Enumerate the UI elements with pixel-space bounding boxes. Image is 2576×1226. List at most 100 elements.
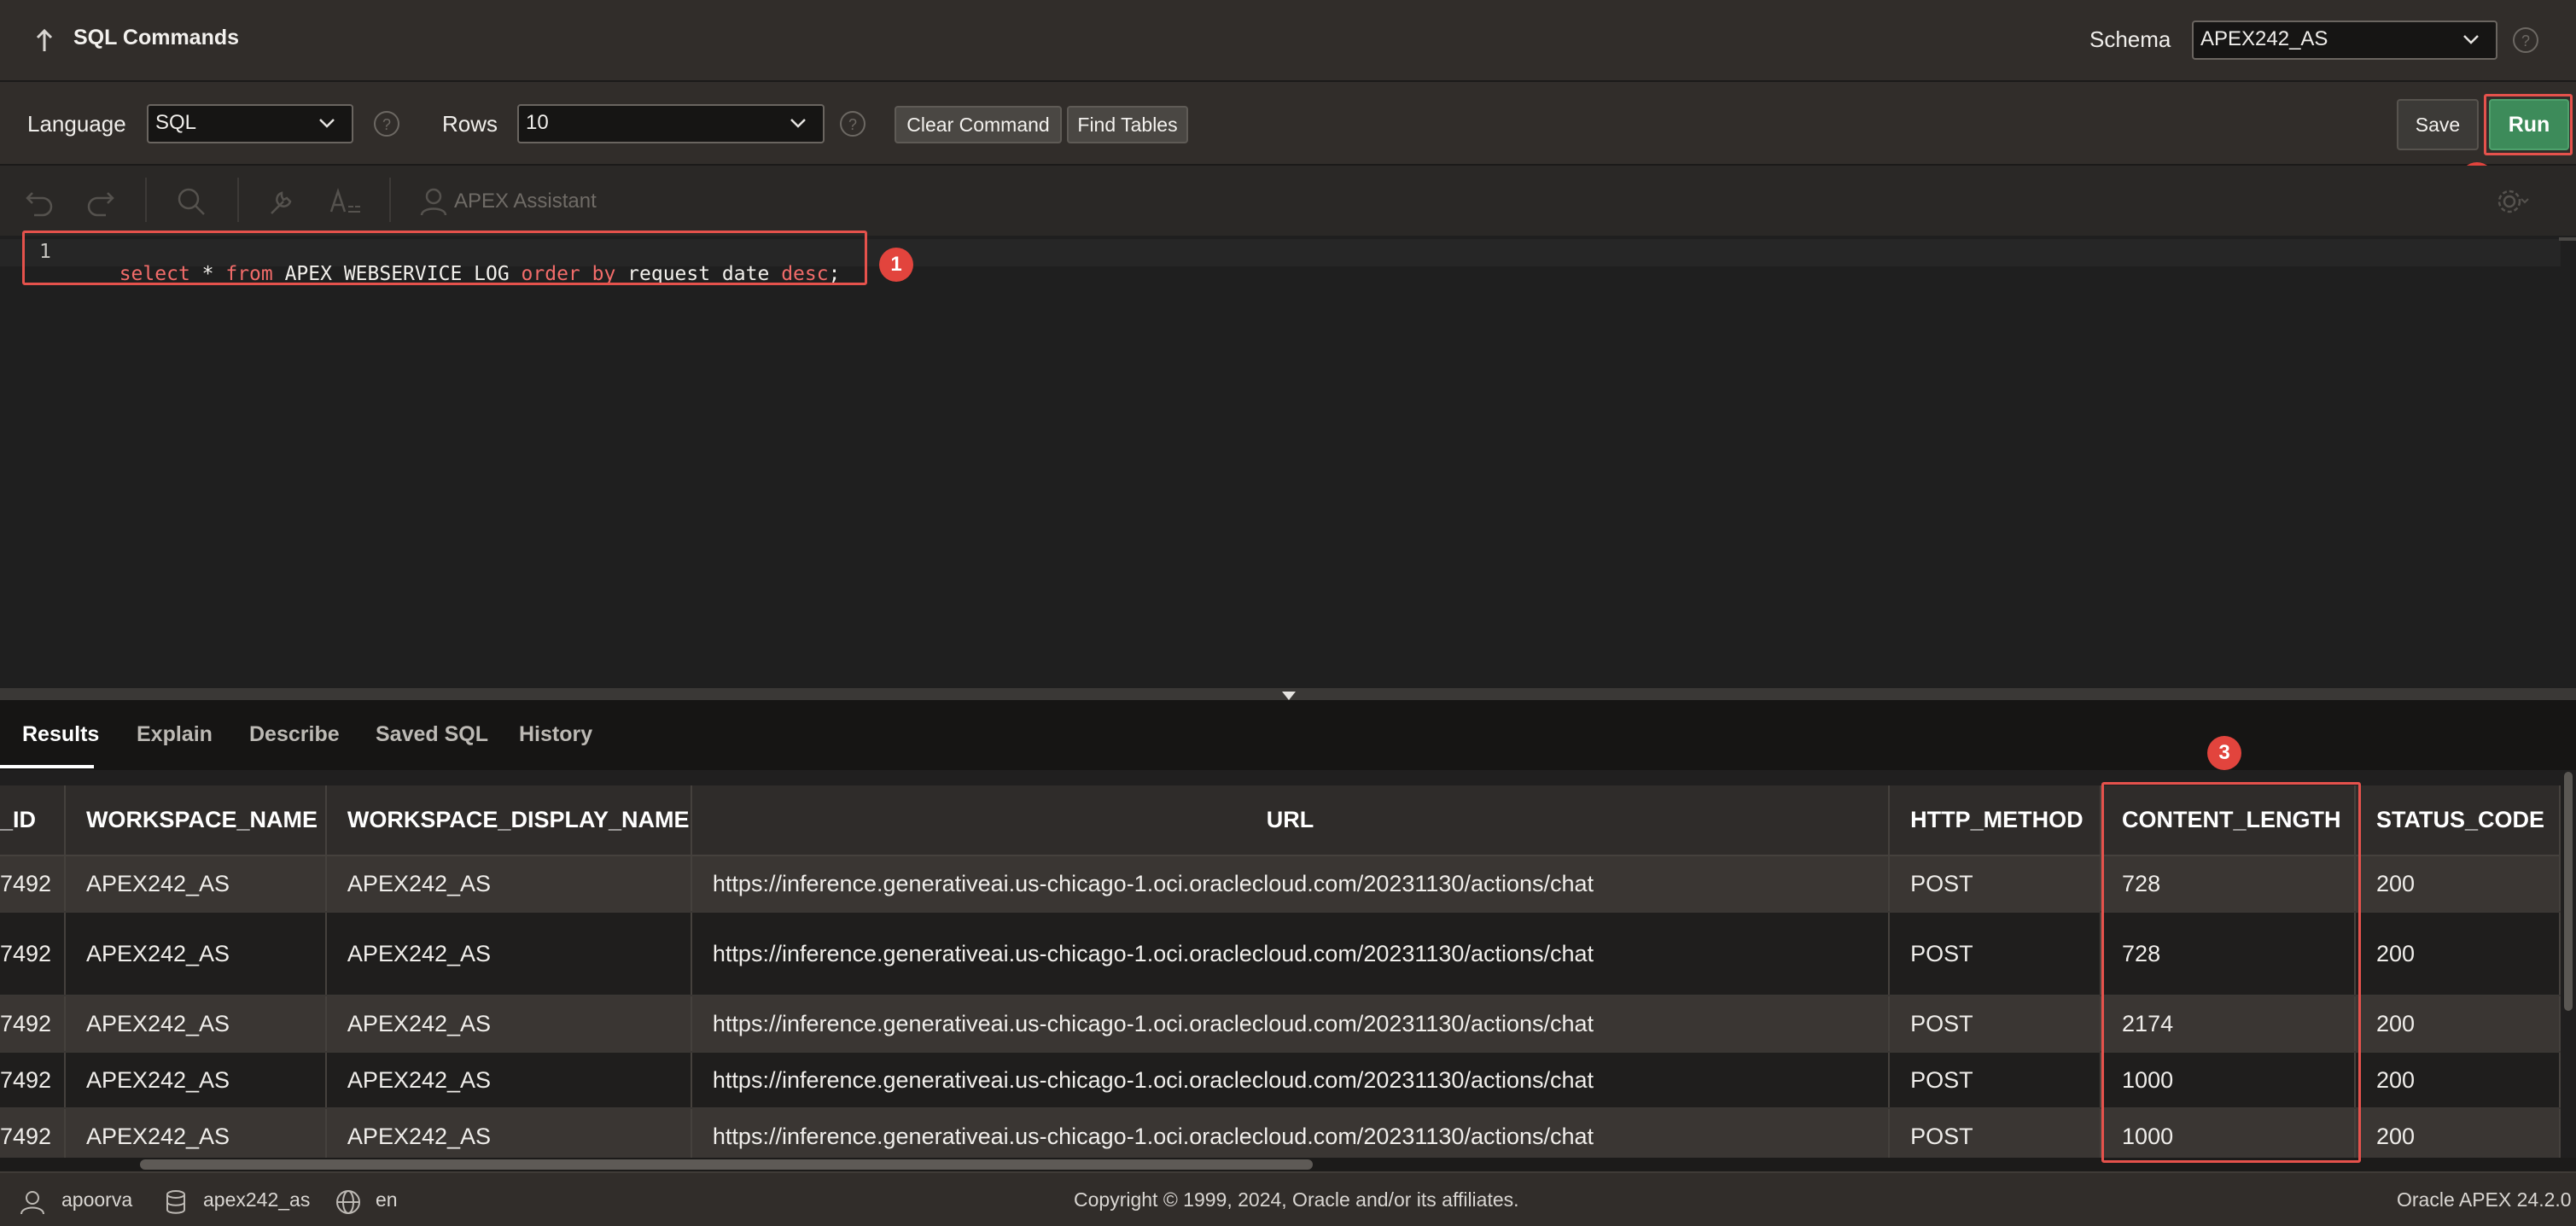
annotation-badge-3: 3 [2207, 736, 2241, 770]
schema-select-value: APEX242_AS [2200, 27, 2328, 50]
table-cell: POST [1889, 1108, 2102, 1161]
column-header[interactable]: HTTP_METHOD [1889, 785, 2102, 856]
active-tab-indicator [0, 765, 94, 768]
language-label: Language [27, 111, 126, 137]
help-icon[interactable]: ? [2511, 26, 2540, 55]
table-cell: 7492 [0, 995, 66, 1053]
results-grid: _ID WORKSPACE_NAME WORKSPACE_DISPLAY_NAM… [0, 785, 2561, 1161]
rows-label: Rows [442, 111, 498, 137]
apex-assistant-button[interactable]: APEX Assistant [454, 190, 597, 213]
save-button[interactable]: Save [2397, 99, 2479, 150]
table-cell: APEX242_AS [325, 1052, 692, 1109]
column-header[interactable]: STATUS_CODE [2354, 785, 2561, 856]
column-header[interactable]: URL [691, 785, 1891, 856]
tab-describe[interactable]: Describe [249, 722, 340, 747]
tab-explain[interactable]: Explain [137, 722, 213, 747]
table-cell: POST [1889, 855, 2102, 913]
table-row[interactable]: 7492 APEX242_AS APEX242_AS https://infer… [0, 995, 2561, 1053]
horizontal-scroll-thumb[interactable] [140, 1159, 1313, 1170]
code-token: order by [521, 263, 616, 285]
results-tabs: Results Explain Describe Saved SQL Histo… [0, 700, 2576, 770]
table-cell: APEX242_AS [64, 855, 327, 913]
sql-statement[interactable]: select * from APEX_WEBSERVICE_LOG order … [96, 241, 841, 285]
schema-select[interactable]: APEX242_AS [2192, 20, 2497, 60]
footer: apoorva apex242_as en Copyright © 1999, … [0, 1171, 2576, 1226]
table-cell: 200 [2354, 855, 2561, 913]
collapse-triangle-icon[interactable] [1282, 692, 1296, 700]
table-cell: POST [1889, 912, 2102, 996]
undo-icon[interactable] [22, 184, 56, 219]
sql-editor[interactable] [0, 236, 2576, 688]
assistant-icon[interactable] [417, 184, 451, 219]
schema-label: Schema [2089, 26, 2171, 52]
search-icon[interactable] [174, 184, 208, 219]
help-icon[interactable]: ? [838, 109, 867, 138]
table-cell: https://inference.generativeai.us-chicag… [691, 1108, 1891, 1161]
code-token: request_date [615, 263, 782, 285]
table-row[interactable]: 7492 APEX242_AS APEX242_AS https://infer… [0, 1052, 2561, 1109]
editor-toolbar [0, 166, 2576, 236]
table-cell: 2174 [2101, 995, 2356, 1053]
redo-icon[interactable] [84, 184, 118, 219]
table-row[interactable]: 7492 APEX242_AS APEX242_AS https://infer… [0, 1108, 2561, 1161]
chevron-down-icon [2463, 35, 2479, 44]
language-select-value: SQL [155, 111, 197, 134]
table-cell: https://inference.generativeai.us-chicag… [691, 912, 1891, 996]
run-button[interactable]: Run [2489, 99, 2569, 150]
column-header[interactable]: WORKSPACE_NAME [64, 785, 327, 856]
database-icon [166, 1190, 185, 1214]
table-cell: 7492 [0, 1108, 66, 1161]
table-cell: 728 [2101, 855, 2356, 913]
table-cell: 200 [2354, 912, 2561, 996]
footer-schema: apex242_as [203, 1188, 311, 1211]
wrench-icon[interactable] [265, 184, 299, 219]
tab-results[interactable]: Results [22, 722, 99, 747]
column-header[interactable]: _ID [0, 785, 66, 856]
column-header[interactable]: CONTENT_LENGTH [2101, 785, 2356, 856]
table-cell: 7492 [0, 855, 66, 913]
toolbar-divider [145, 178, 147, 222]
rows-select-value: 10 [526, 111, 549, 134]
table-row[interactable]: 7492 APEX242_AS APEX242_AS https://infer… [0, 912, 2561, 996]
chevron-down-icon [790, 119, 806, 128]
toolbar-divider [237, 178, 239, 222]
command-toolbar: Language SQL ? Rows 10 ? Clear Command F… [0, 82, 2576, 166]
column-header[interactable]: WORKSPACE_DISPLAY_NAME [325, 785, 692, 856]
code-token: from [225, 263, 273, 285]
clear-command-button[interactable]: Clear Command [895, 106, 1062, 143]
table-cell: https://inference.generativeai.us-chicag… [691, 1052, 1891, 1109]
table-cell: POST [1889, 995, 2102, 1053]
pane-splitter[interactable] [0, 688, 2576, 700]
table-cell: APEX242_AS [325, 855, 692, 913]
globe-icon [336, 1190, 360, 1214]
table-cell: 200 [2354, 1108, 2561, 1161]
table-cell: https://inference.generativeai.us-chicag… [691, 855, 1891, 913]
tabs-spacer [0, 770, 2576, 785]
gear-icon[interactable] [2496, 184, 2530, 219]
rows-select[interactable]: 10 [517, 104, 825, 143]
footer-version: Oracle APEX 24.2.0 [2397, 1188, 2572, 1211]
code-token: desc [781, 263, 829, 285]
svg-text:?: ? [848, 116, 857, 133]
user-icon [20, 1191, 44, 1215]
page-title: SQL Commands [73, 26, 240, 50]
table-cell: 1000 [2101, 1108, 2356, 1161]
footer-language: en [376, 1188, 398, 1211]
tab-saved-sql[interactable]: Saved SQL [376, 722, 488, 747]
text-format-icon[interactable] [328, 184, 362, 219]
code-token: APEX_WEBSERVICE_LOG [272, 263, 522, 285]
find-tables-button[interactable]: Find Tables [1067, 106, 1188, 143]
table-cell: 1000 [2101, 1052, 2356, 1109]
language-select[interactable]: SQL [147, 104, 353, 143]
vertical-scroll-thumb[interactable] [2564, 772, 2573, 1011]
help-icon[interactable]: ? [372, 109, 401, 138]
arrow-up-icon[interactable] [32, 26, 56, 56]
footer-copyright: Copyright © 1999, 2024, Oracle and/or it… [1074, 1188, 1519, 1211]
table-cell: 200 [2354, 995, 2561, 1053]
tab-history[interactable]: History [519, 722, 592, 747]
line-number: 1 [39, 241, 51, 263]
table-cell: 7492 [0, 1052, 66, 1109]
editor-scrollbar[interactable] [2559, 237, 2576, 241]
table-row[interactable]: 7492 APEX242_AS APEX242_AS https://infer… [0, 855, 2561, 913]
table-cell: APEX242_AS [64, 1108, 327, 1161]
